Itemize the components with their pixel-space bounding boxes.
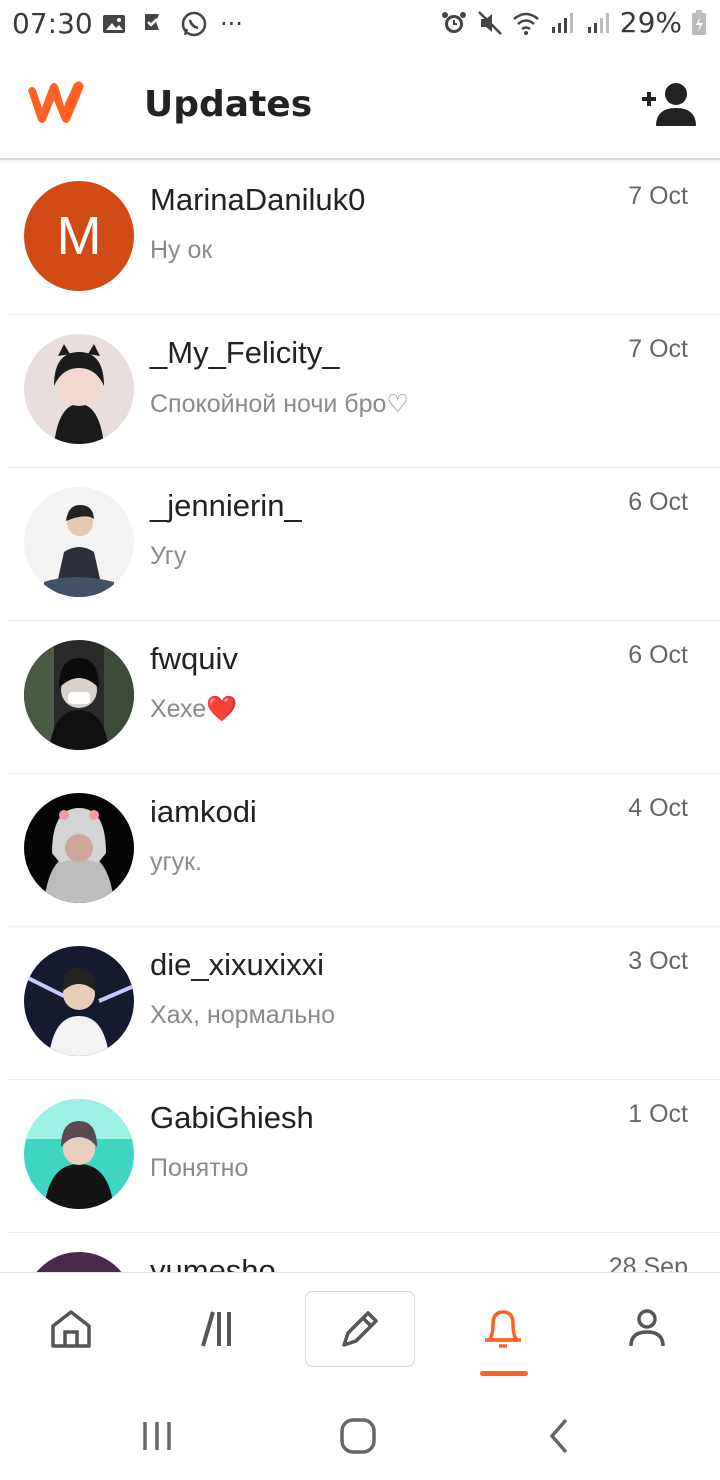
- bottom-nav: [0, 1272, 720, 1392]
- status-time: 07:30: [12, 7, 93, 40]
- battery-percent: 29%: [619, 6, 682, 39]
- message-date: 7 Oct: [628, 335, 688, 363]
- last-message: Понятно: [150, 1154, 249, 1182]
- last-message: Хах, нормально: [150, 1001, 335, 1029]
- conversation-item[interactable]: M MarinaDaniluk0 Ну ок 7 Oct: [8, 162, 720, 315]
- wifi-icon: [512, 12, 539, 35]
- profile-icon: [629, 1309, 665, 1347]
- avatar: [24, 1252, 134, 1272]
- username: fwquiv: [150, 641, 238, 676]
- pencil-icon: [342, 1311, 378, 1347]
- conversation-item[interactable]: yumesho 28 Sep: [8, 1233, 720, 1272]
- system-indicators: 29%: [440, 6, 708, 39]
- active-tab-indicator: [480, 1371, 528, 1376]
- last-message: угук.: [150, 848, 203, 876]
- page-title: Updates: [144, 84, 313, 125]
- username: _jennierin_: [150, 488, 302, 523]
- nav-notifications[interactable]: [468, 1293, 538, 1363]
- avatar: [24, 793, 134, 903]
- conversation-item[interactable]: die_xixuxixxi Хах, нормально 3 Oct: [8, 927, 720, 1080]
- message-date: 3 Oct: [628, 947, 688, 975]
- avatar: [24, 946, 134, 1056]
- mute-icon: [477, 10, 502, 35]
- conversation-item[interactable]: _My_Felicity_ Спокойной ночи бро♡ 7 Oct: [8, 315, 720, 468]
- last-message: Хехе❤️: [150, 695, 238, 723]
- home-icon: [51, 1310, 91, 1348]
- last-message: Спокойной ночи бро♡: [150, 390, 409, 418]
- message-date: 7 Oct: [628, 182, 688, 210]
- back-icon: [549, 1418, 568, 1454]
- check-flag-icon: [145, 14, 159, 30]
- message-date: 4 Oct: [628, 794, 688, 822]
- username: die_xixuxixxi: [150, 947, 325, 982]
- wattpad-logo-icon[interactable]: [22, 78, 90, 126]
- conversation-list: M MarinaDaniluk0 Ну ок 7 Oct _My_Felicit…: [0, 162, 720, 1272]
- recents-button[interactable]: [135, 1414, 179, 1458]
- system-nav: [0, 1392, 720, 1480]
- status-bar: 07:30 ··· 29%: [0, 0, 720, 52]
- signal-icon-1: [551, 12, 573, 33]
- username: yumesho: [150, 1253, 276, 1272]
- library-icon: [201, 1311, 231, 1347]
- message-date: 28 Sep: [608, 1253, 688, 1272]
- battery-charging-icon: [692, 9, 706, 35]
- back-button[interactable]: [538, 1414, 582, 1458]
- notification-icons: ···: [100, 10, 243, 38]
- alarm-icon: [441, 11, 466, 33]
- avatar: [24, 1099, 134, 1209]
- message-date: 1 Oct: [628, 1100, 688, 1128]
- more-notifications: ···: [220, 10, 243, 38]
- avatar: [24, 487, 134, 597]
- add-follower-icon[interactable]: [640, 82, 698, 128]
- bell-icon: [485, 1310, 521, 1348]
- recents-icon: [143, 1422, 171, 1450]
- username: _My_Felicity_: [150, 335, 340, 370]
- message-date: 6 Oct: [628, 488, 688, 516]
- last-message: Угу: [150, 542, 187, 570]
- gallery-icon: [103, 15, 125, 33]
- home-circle-icon: [340, 1418, 376, 1454]
- nav-write[interactable]: [305, 1291, 415, 1367]
- avatar: [24, 334, 134, 444]
- whatsapp-icon: [181, 11, 207, 37]
- avatar: M: [24, 181, 134, 291]
- conversation-item[interactable]: GabiGhiesh Понятно 1 Oct: [8, 1080, 720, 1233]
- signal-icon-2: [587, 12, 609, 33]
- nav-profile[interactable]: [612, 1293, 682, 1363]
- nav-home[interactable]: [36, 1293, 106, 1363]
- message-date: 6 Oct: [628, 641, 688, 669]
- username: GabiGhiesh: [150, 1100, 314, 1135]
- avatar: [24, 640, 134, 750]
- home-button[interactable]: [336, 1414, 380, 1458]
- conversation-item[interactable]: fwquiv Хехе❤️ 6 Oct: [8, 621, 720, 774]
- username: MarinaDaniluk0: [150, 182, 366, 217]
- username: iamkodi: [150, 794, 257, 829]
- conversation-item[interactable]: _jennierin_ Угу 6 Oct: [8, 468, 720, 621]
- last-message: Ну ок: [150, 236, 213, 264]
- nav-library[interactable]: [182, 1293, 252, 1363]
- app-header: Updates: [0, 52, 720, 160]
- conversation-item[interactable]: iamkodi угук. 4 Oct: [8, 774, 720, 927]
